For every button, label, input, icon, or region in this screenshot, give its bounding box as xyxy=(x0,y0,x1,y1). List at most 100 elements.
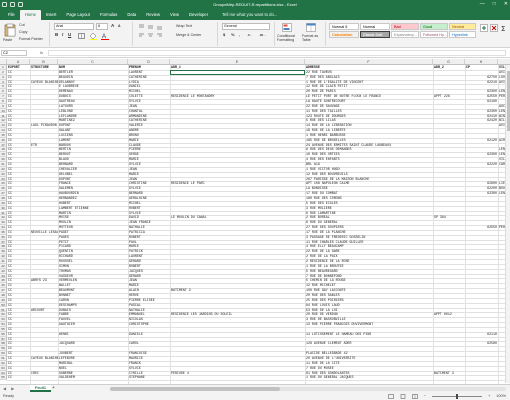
cell[interactable]: APPT 226 xyxy=(433,94,465,99)
cell[interactable]: LASL PIRAUDON xyxy=(30,123,58,128)
cell[interactable]: 11 LOTISSEMENT LE HAMEAU DES PINS xyxy=(305,332,433,337)
tell-me-search[interactable]: Tell me what you want to do... xyxy=(217,10,282,20)
cell[interactable]: BATIMENT 3 xyxy=(433,371,465,376)
cell[interactable]: RESIDENCE LE PARC xyxy=(170,181,305,186)
insert-cells-icon[interactable] xyxy=(480,24,488,32)
cell[interactable]: ETR xyxy=(30,143,58,148)
number-format-select[interactable]: General xyxy=(222,23,270,30)
sheet-tab[interactable]: Feuil1 xyxy=(30,385,51,392)
tab-data[interactable]: Data xyxy=(122,10,141,20)
style-hyperlink[interactable]: Hyperlink xyxy=(449,31,476,38)
format-as-table-button[interactable]: Format as Table xyxy=(302,34,324,42)
wrap-text-button[interactable]: Wrap Text xyxy=(176,24,192,28)
style-followed-hyperlink[interactable]: Followed Hy... xyxy=(420,31,448,38)
delete-cells-icon[interactable] xyxy=(490,24,498,32)
zoom-in-icon[interactable]: + xyxy=(488,392,490,400)
cell[interactable]: 62110 xyxy=(465,332,498,337)
tab-review[interactable]: Review xyxy=(141,10,165,20)
page-break-view-icon[interactable] xyxy=(412,393,418,399)
cell[interactable]: 62300 xyxy=(465,152,498,157)
cell[interactable]: GAUTHIER xyxy=(58,322,128,327)
tab-insert[interactable]: Insert xyxy=(41,10,61,20)
comma-icon[interactable]: , xyxy=(239,32,240,37)
cell[interactable]: STEPHANE xyxy=(128,375,170,380)
spreadsheet-grid[interactable]: ABCDEFGHI1EXPORTSTRUCTURENOMPRENOMADR_1A… xyxy=(0,59,510,384)
cell[interactable]: 62210 xyxy=(465,80,498,85)
shrink-font-icon[interactable]: A xyxy=(118,24,121,28)
cell[interactable]: PERNES xyxy=(498,94,505,99)
borders-icon[interactable] xyxy=(78,33,85,39)
name-box[interactable]: C2 xyxy=(1,50,27,56)
percent-icon[interactable]: % xyxy=(231,32,235,37)
font-color-icon[interactable]: A xyxy=(101,32,109,40)
zoom-slider[interactable] xyxy=(432,393,483,399)
add-sheet-icon[interactable]: + xyxy=(52,385,55,391)
style-explanatory[interactable]: Explanatory... xyxy=(391,31,419,38)
cell[interactable]: AVION xyxy=(498,123,505,128)
paste-button[interactable]: Paste xyxy=(3,38,12,42)
style-check-cell[interactable]: Check Cell xyxy=(360,31,390,38)
sheet-nav-arrows-icon[interactable]: ◀ ▶ xyxy=(3,386,16,391)
column-title-cell[interactable]: ADR_2 xyxy=(433,65,465,70)
cell[interactable]: CAYEUX BLANCHE xyxy=(30,80,58,85)
cell[interactable]: CAYEUX BLANCHE xyxy=(30,356,58,361)
tab-file[interactable]: File xyxy=(3,10,20,20)
fill-color-icon[interactable] xyxy=(89,32,97,40)
cell[interactable]: 62120 xyxy=(465,138,498,143)
style-calculation[interactable]: Calculation xyxy=(329,31,359,38)
cell[interactable]: PERNES xyxy=(498,225,505,230)
cell[interactable]: 62190 xyxy=(465,99,498,104)
conditional-formatting-button[interactable]: Conditional Formatting xyxy=(277,34,299,42)
column-title-cell[interactable]: STRUCTURE xyxy=(30,65,58,70)
horizontal-scrollbar[interactable] xyxy=(110,387,506,391)
cell[interactable]: RESIDENCE LES JARDINS DU SOLEIL xyxy=(170,312,305,317)
cell[interactable]: SP 384 xyxy=(433,215,465,220)
cell[interactable]: RESIDENCE LE MONTANDRY xyxy=(170,94,305,99)
format-as-table-icon[interactable] xyxy=(306,23,316,32)
copy-button[interactable]: Copy xyxy=(19,30,27,34)
decrease-decimal-icon[interactable]: .00→ xyxy=(259,33,266,37)
style-normal-5[interactable]: Normal 5 xyxy=(329,23,359,30)
autosum-icon[interactable]: Σ xyxy=(500,24,508,32)
cell[interactable]: 13 RUE PIERRE FRANCOIS DUVIVERMONT xyxy=(305,322,433,327)
cell[interactable]: CREC xyxy=(30,371,58,376)
currency-icon[interactable]: $ xyxy=(223,32,225,37)
row-header-65[interactable]: 65 xyxy=(0,375,7,381)
paste-icon[interactable] xyxy=(4,23,16,37)
cell[interactable]: 62420 xyxy=(465,118,498,123)
cell[interactable]: CC xyxy=(7,375,30,380)
cell[interactable]: LENS xyxy=(498,191,505,196)
font-name-select[interactable]: Arial xyxy=(54,23,94,30)
cell[interactable]: CARVIN xyxy=(498,162,505,167)
cut-button[interactable]: Cut xyxy=(19,23,25,27)
cell[interactable]: 128 AVENUE CLEMENT ADER xyxy=(305,341,433,346)
tab-developer[interactable]: Developer xyxy=(184,10,213,20)
vertical-scrollbar[interactable] xyxy=(505,65,510,383)
italic-button[interactable]: I xyxy=(62,32,63,37)
conditional-formatting-icon[interactable] xyxy=(282,23,292,32)
cell[interactable]: CAROL xyxy=(128,341,170,346)
cell[interactable]: ARCOURT xyxy=(30,308,58,313)
cell[interactable]: APPT 0012 xyxy=(433,312,465,317)
insert-function-icon[interactable]: fx xyxy=(40,50,43,55)
horizontal-align-icons[interactable] xyxy=(138,33,164,39)
zoom-out-icon[interactable]: − xyxy=(424,392,426,400)
minimize-button[interactable]: — xyxy=(480,0,485,9)
normal-view-icon[interactable] xyxy=(388,393,394,399)
zoom-level[interactable]: 100% xyxy=(496,392,506,400)
maximize-button[interactable]: □ xyxy=(493,0,496,9)
style-normal[interactable]: Normal xyxy=(360,23,390,30)
cell[interactable]: 62580 xyxy=(465,341,498,346)
style-good[interactable]: Good xyxy=(420,23,448,30)
cell[interactable]: 1 RUE DU GENERAL JACQUES xyxy=(305,375,433,380)
column-title-cell[interactable]: CP xyxy=(465,65,498,70)
vertical-align-icons[interactable] xyxy=(138,24,164,30)
close-button[interactable]: ✕ xyxy=(504,0,508,9)
tab-home[interactable]: Home xyxy=(19,10,41,20)
cell[interactable]: 62300 xyxy=(465,191,498,196)
bold-button[interactable]: B xyxy=(55,32,58,37)
style-bad[interactable]: Bad xyxy=(391,23,419,30)
cell[interactable]: BATIMENT 3 xyxy=(170,288,305,293)
cell[interactable]: VALDEHEM xyxy=(58,375,128,380)
cell[interactable]: NEUVILLE LESAUT xyxy=(30,230,58,235)
